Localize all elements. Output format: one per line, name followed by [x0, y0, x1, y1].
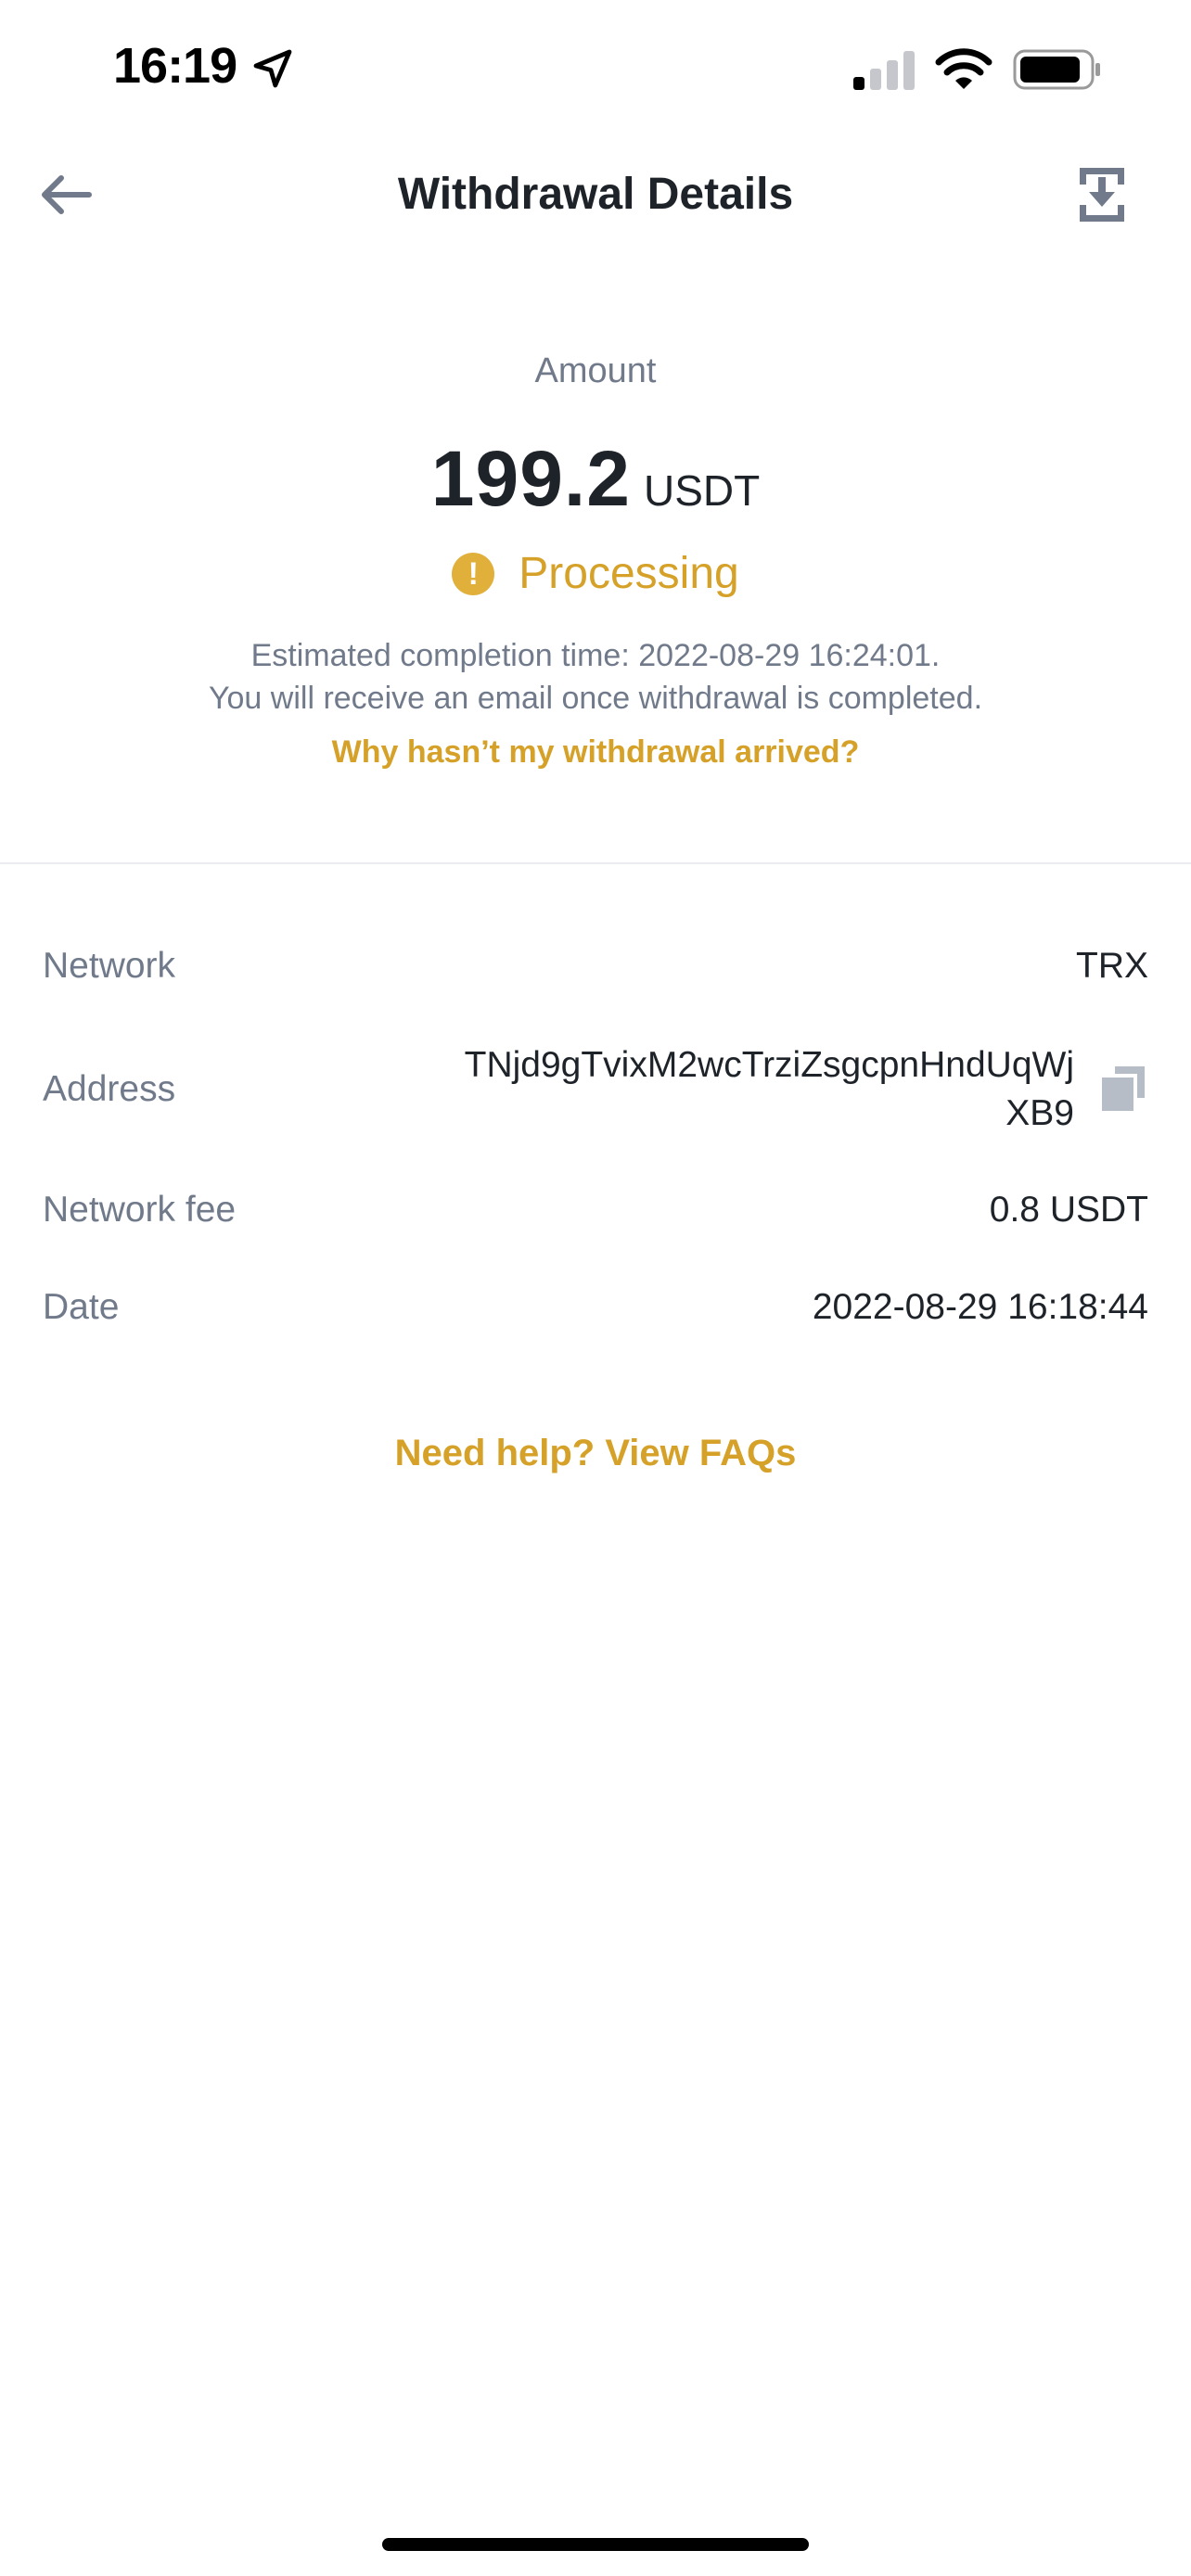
- view-faqs-link[interactable]: Need help? View FAQs: [0, 1433, 1191, 1474]
- address-value[interactable]: TNjd9gTvixM2wcTrziZsgcpnHndUqWjXB9: [443, 1041, 1074, 1138]
- exclamation-circle-icon: !: [452, 552, 495, 595]
- address-wrap: TNjd9gTvixM2wcTrziZsgcpnHndUqWjXB9: [443, 1041, 1148, 1138]
- estimated-completion-text: Estimated completion time: 2022-08-29 16…: [250, 638, 941, 673]
- network-label: Network: [43, 946, 176, 986]
- page-title: Withdrawal Details: [397, 170, 794, 219]
- detail-row-network: Network TRX: [43, 918, 1148, 1020]
- copy-icon: [1102, 1066, 1145, 1111]
- amount-label: Amount: [534, 351, 657, 390]
- detail-row-address: Address TNjd9gTvixM2wcTrziZsgcpnHndUqWjX…: [43, 1020, 1148, 1159]
- withdrawal-summary: Amount 199.2 USDT ! Processing Estimated…: [0, 343, 1191, 775]
- email-notice-text: You will receive an email once withdrawa…: [208, 681, 983, 716]
- arrow-left-icon: [42, 175, 92, 214]
- network-fee-value: 0.8 USDT: [989, 1190, 1148, 1230]
- download-button[interactable]: [1065, 158, 1139, 232]
- back-button[interactable]: [28, 158, 102, 232]
- why-not-arrived-link[interactable]: Why hasn’t my withdrawal arrived?: [0, 729, 1191, 775]
- home-indicator[interactable]: [382, 2538, 809, 2551]
- header: Withdrawal Details: [0, 139, 1191, 250]
- wifi-icon: [935, 48, 992, 89]
- amount-unit: USDT: [643, 466, 761, 515]
- address-label: Address: [43, 1069, 176, 1109]
- network-fee-label: Network fee: [43, 1190, 237, 1230]
- detail-row-date: Date 2022-08-29 16:18:44: [43, 1261, 1148, 1354]
- amount-value: 199.2: [430, 435, 631, 522]
- status-time: 16:19: [113, 38, 237, 94]
- details-list: Network TRX Address TNjd9gTvixM2wcTrziZs…: [43, 918, 1148, 1354]
- detail-row-network-fee: Network fee 0.8 USDT: [43, 1159, 1148, 1261]
- copy-address-button[interactable]: [1102, 1066, 1148, 1113]
- cellular-signal-icon: [853, 51, 915, 90]
- status-bar: 16:19: [0, 0, 1191, 139]
- location-arrow-icon: [253, 49, 292, 88]
- date-label: Date: [43, 1287, 120, 1327]
- battery-icon: [1013, 49, 1100, 90]
- download-tray-icon: [1080, 168, 1124, 222]
- date-value: 2022-08-29 16:18:44: [812, 1287, 1148, 1327]
- network-value: TRX: [1076, 946, 1148, 986]
- status-text: Processing: [519, 549, 739, 598]
- amount-row: 199.2 USDT: [0, 434, 1191, 524]
- status-row: ! Processing: [0, 548, 1191, 599]
- divider: [0, 862, 1191, 864]
